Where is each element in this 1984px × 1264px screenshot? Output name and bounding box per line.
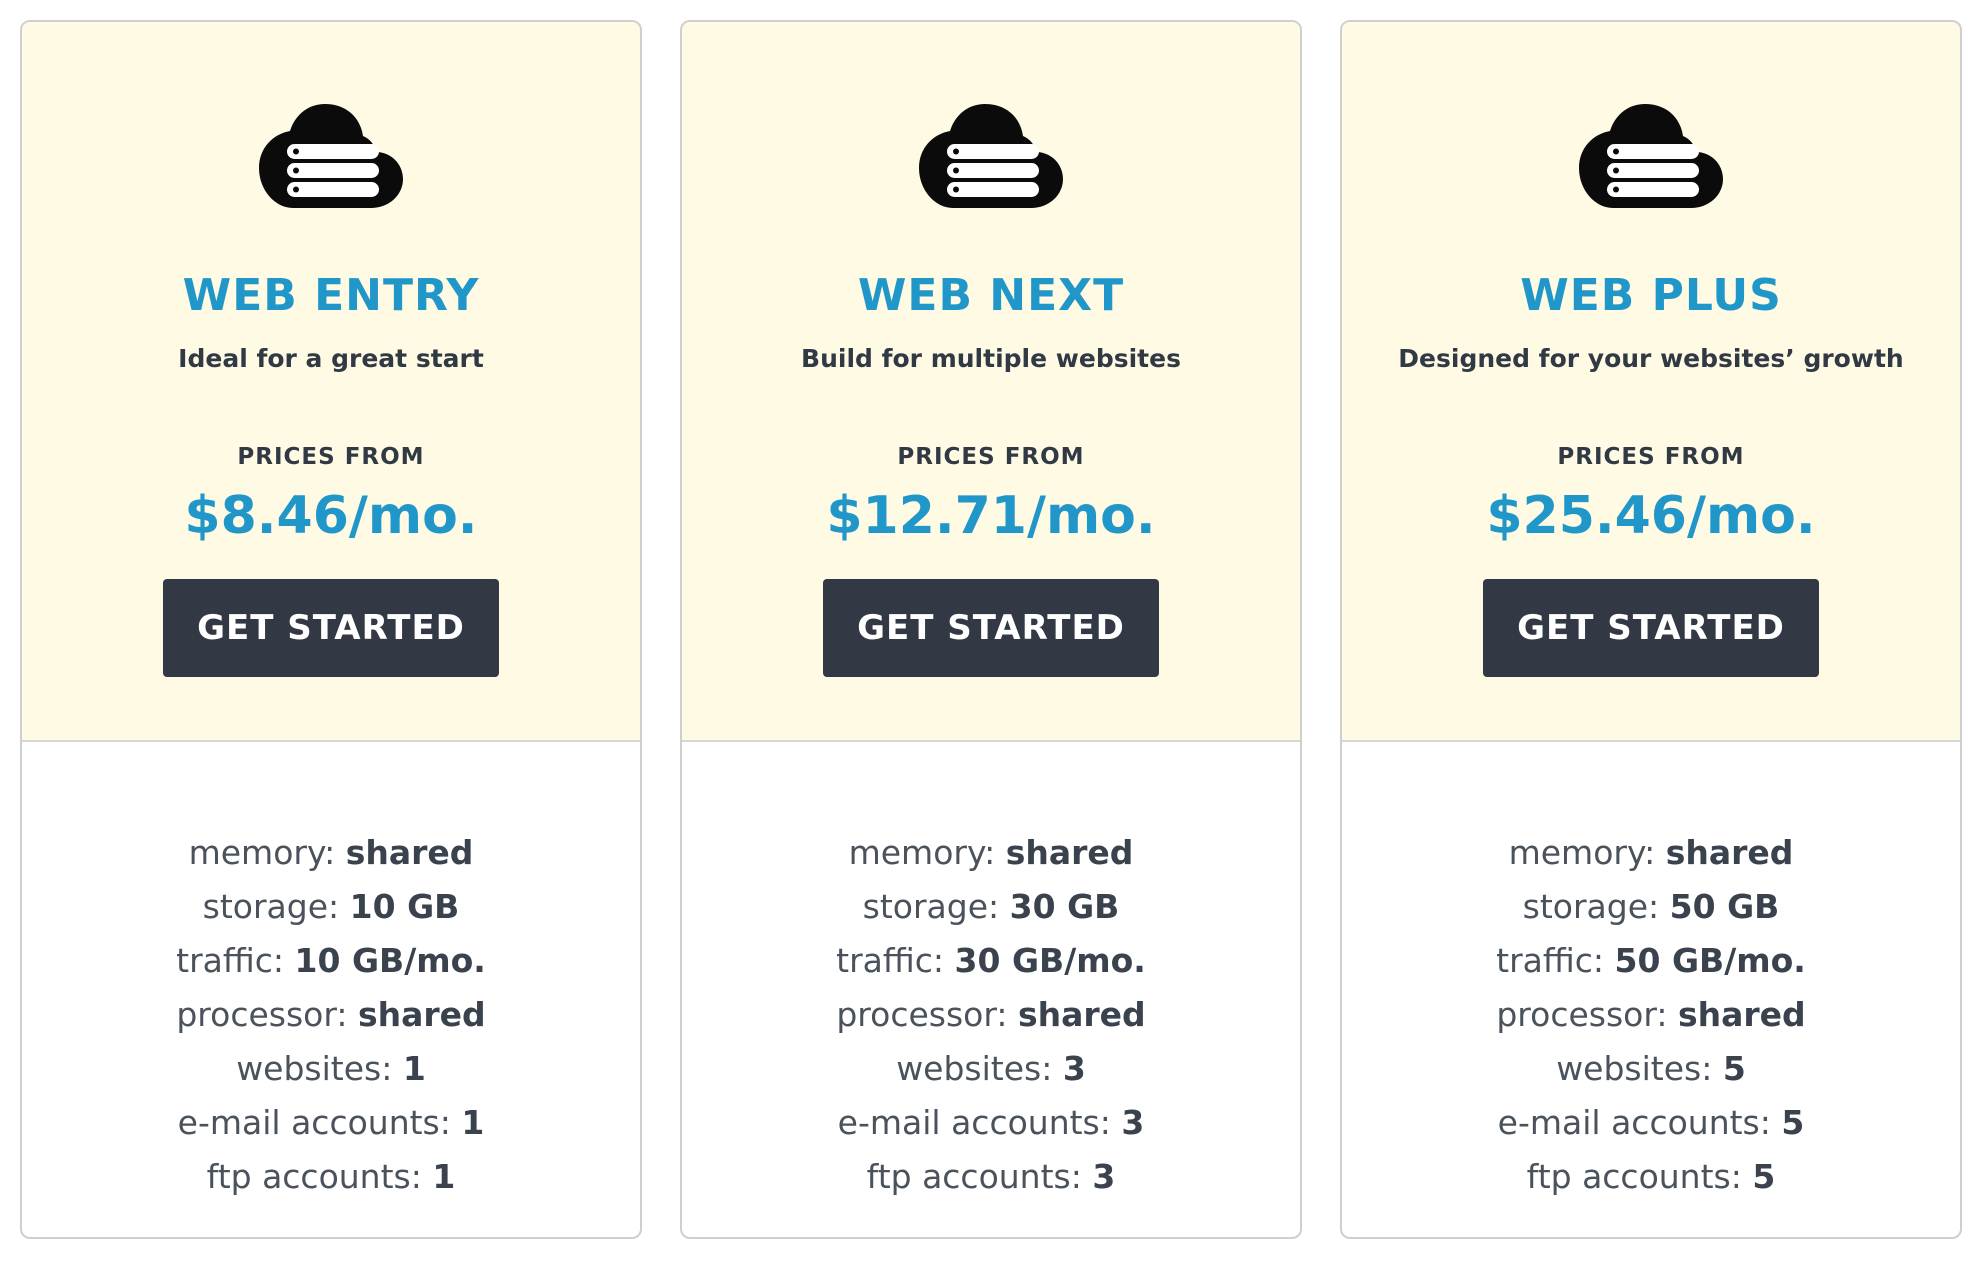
- plan-card-web-next: WEB NEXT Build for multiple websites PRI…: [680, 20, 1302, 1239]
- spec-label: memory:: [1508, 833, 1656, 872]
- spec-memory: memory: shared: [1342, 826, 1960, 880]
- spec-label: websites:: [236, 1049, 393, 1088]
- get-started-button[interactable]: GET STARTED: [1483, 579, 1819, 677]
- spec-traffic: traffic: 50 GB/mo.: [1342, 934, 1960, 988]
- spec-label: storage:: [202, 887, 340, 926]
- spec-value: 5: [1781, 1103, 1805, 1142]
- plan-header: WEB ENTRY Ideal for a great start PRICES…: [22, 22, 640, 742]
- plan-name: WEB NEXT: [857, 270, 1125, 321]
- spec-value: shared: [1005, 833, 1134, 872]
- spec-label: e-mail accounts:: [177, 1103, 451, 1142]
- spec-value: 50 GB/mo.: [1614, 941, 1806, 980]
- spec-label: memory:: [188, 833, 336, 872]
- spec-label: memory:: [848, 833, 996, 872]
- spec-traffic: traffic: 10 GB/mo.: [22, 934, 640, 988]
- spec-value: 3: [1062, 1049, 1086, 1088]
- spec-value: 5: [1752, 1157, 1776, 1196]
- spec-label: storage:: [1522, 887, 1660, 926]
- pricing-cards: WEB ENTRY Ideal for a great start PRICES…: [0, 0, 1984, 1264]
- spec-label: ftp accounts:: [206, 1157, 422, 1196]
- spec-storage: storage: 30 GB: [682, 880, 1300, 934]
- spec-value: 3: [1121, 1103, 1145, 1142]
- plan-card-web-entry: WEB ENTRY Ideal for a great start PRICES…: [20, 20, 642, 1239]
- spec-label: e-mail accounts:: [1497, 1103, 1771, 1142]
- spec-value: 5: [1722, 1049, 1746, 1088]
- get-started-button[interactable]: GET STARTED: [823, 579, 1159, 677]
- plan-specs: memory: shared storage: 30 GB traffic: 3…: [682, 826, 1300, 1204]
- spec-label: websites:: [896, 1049, 1053, 1088]
- spec-label: e-mail accounts:: [837, 1103, 1111, 1142]
- spec-email-accounts: e-mail accounts: 5: [1342, 1096, 1960, 1150]
- spec-processor: processor: shared: [1342, 988, 1960, 1042]
- plan-price: $12.71/mo.: [826, 486, 1156, 546]
- spec-processor: processor: shared: [22, 988, 640, 1042]
- plan-tagline: Ideal for a great start: [178, 344, 484, 373]
- spec-value: shared: [345, 833, 474, 872]
- prices-from-label: PRICES FROM: [1557, 444, 1745, 470]
- plan-name: WEB PLUS: [1520, 270, 1782, 321]
- spec-label: storage:: [862, 887, 1000, 926]
- spec-websites: websites: 3: [682, 1042, 1300, 1096]
- spec-value: shared: [357, 995, 486, 1034]
- spec-label: ftp accounts:: [866, 1157, 1082, 1196]
- spec-label: processor:: [1496, 995, 1668, 1034]
- spec-processor: processor: shared: [682, 988, 1300, 1042]
- spec-value: 1: [402, 1049, 426, 1088]
- plan-card-web-plus: WEB PLUS Designed for your websites’ gro…: [1340, 20, 1962, 1239]
- spec-memory: memory: shared: [682, 826, 1300, 880]
- plan-header: WEB PLUS Designed for your websites’ gro…: [1342, 22, 1960, 742]
- cloud-server-icon: [682, 102, 1300, 208]
- spec-ftp-accounts: ftp accounts: 3: [682, 1150, 1300, 1204]
- spec-memory: memory: shared: [22, 826, 640, 880]
- prices-from-label: PRICES FROM: [237, 444, 425, 470]
- prices-from-label: PRICES FROM: [897, 444, 1085, 470]
- spec-storage: storage: 10 GB: [22, 880, 640, 934]
- spec-ftp-accounts: ftp accounts: 1: [22, 1150, 640, 1204]
- spec-value: 1: [461, 1103, 485, 1142]
- plan-name: WEB ENTRY: [182, 270, 480, 321]
- spec-email-accounts: e-mail accounts: 1: [22, 1096, 640, 1150]
- plan-specs: memory: shared storage: 50 GB traffic: 5…: [1342, 826, 1960, 1204]
- spec-label: traffic:: [1496, 941, 1605, 980]
- spec-value: 3: [1092, 1157, 1116, 1196]
- plan-header: WEB NEXT Build for multiple websites PRI…: [682, 22, 1300, 742]
- spec-value: shared: [1017, 995, 1146, 1034]
- spec-label: traffic:: [176, 941, 285, 980]
- plan-specs: memory: shared storage: 10 GB traffic: 1…: [22, 826, 640, 1204]
- spec-label: traffic:: [836, 941, 945, 980]
- plan-tagline: Build for multiple websites: [801, 344, 1181, 373]
- spec-value: 50 GB: [1669, 887, 1780, 926]
- spec-label: processor:: [176, 995, 348, 1034]
- spec-label: processor:: [836, 995, 1008, 1034]
- spec-websites: websites: 1: [22, 1042, 640, 1096]
- spec-ftp-accounts: ftp accounts: 5: [1342, 1150, 1960, 1204]
- spec-value: shared: [1677, 995, 1806, 1034]
- spec-traffic: traffic: 30 GB/mo.: [682, 934, 1300, 988]
- spec-label: ftp accounts:: [1526, 1157, 1742, 1196]
- cloud-server-icon: [22, 102, 640, 208]
- spec-value: 10 GB: [349, 887, 460, 926]
- plan-tagline: Designed for your websites’ growth: [1398, 344, 1904, 373]
- spec-websites: websites: 5: [1342, 1042, 1960, 1096]
- plan-price: $8.46/mo.: [184, 486, 478, 546]
- spec-value: 30 GB: [1009, 887, 1120, 926]
- cloud-server-icon: [1342, 102, 1960, 208]
- plan-price: $25.46/mo.: [1486, 486, 1816, 546]
- get-started-button[interactable]: GET STARTED: [163, 579, 499, 677]
- spec-storage: storage: 50 GB: [1342, 880, 1960, 934]
- spec-value: 1: [432, 1157, 456, 1196]
- spec-value: 30 GB/mo.: [954, 941, 1146, 980]
- spec-email-accounts: e-mail accounts: 3: [682, 1096, 1300, 1150]
- spec-value: 10 GB/mo.: [294, 941, 486, 980]
- spec-value: shared: [1665, 833, 1794, 872]
- spec-label: websites:: [1556, 1049, 1713, 1088]
